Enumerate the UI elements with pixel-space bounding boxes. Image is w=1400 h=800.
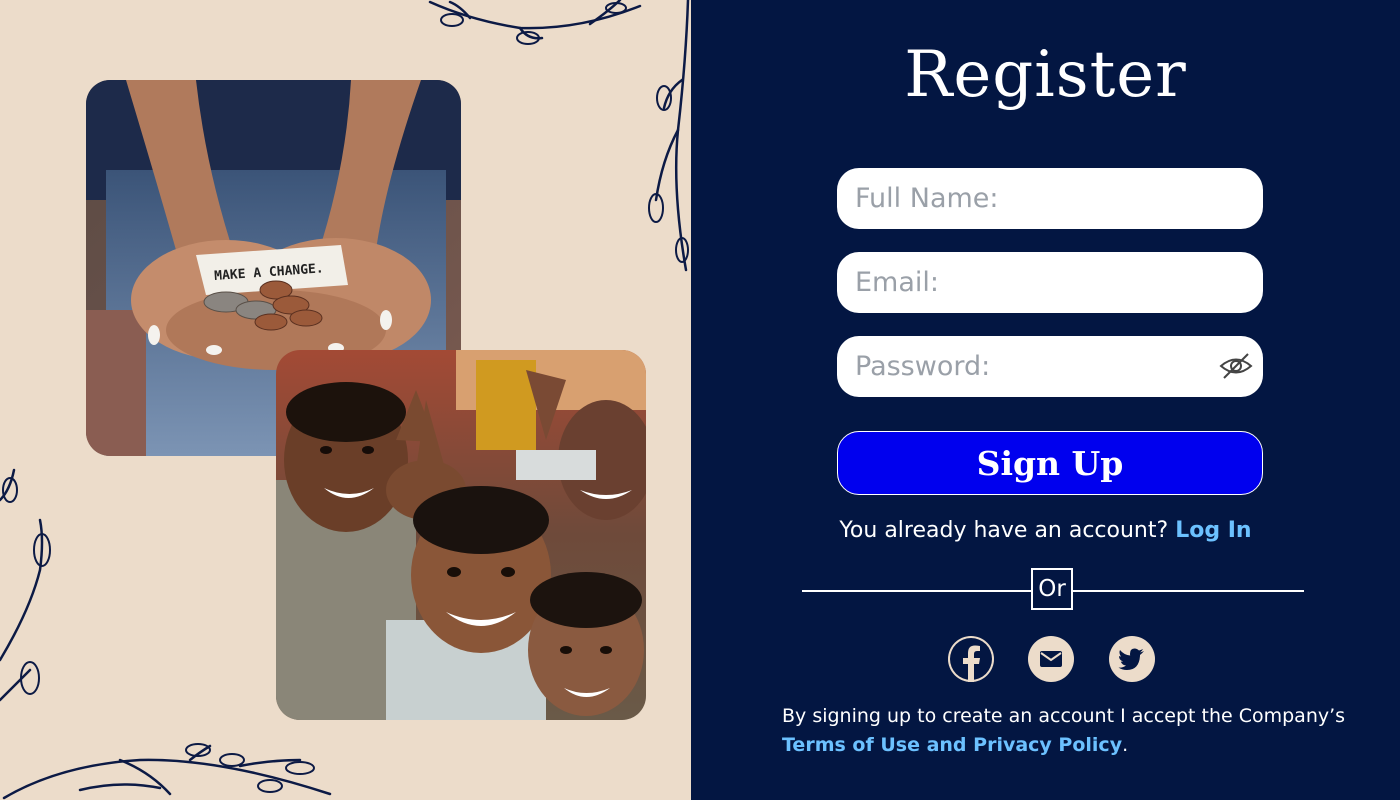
login-prompt-text: You already have an account? — [839, 518, 1169, 543]
email-input[interactable] — [837, 252, 1263, 313]
photo-children-smiling — [276, 350, 646, 720]
password-field — [837, 336, 1263, 397]
divider-line-left — [802, 590, 1032, 592]
terms-link[interactable]: Terms of Use and Privacy Policy — [782, 734, 1122, 756]
twitter-button[interactable] — [1109, 636, 1155, 682]
twitter-icon — [1118, 648, 1144, 670]
or-divider: Or — [1031, 568, 1073, 610]
sign-up-button[interactable]: Sign Up — [837, 431, 1263, 495]
full-name-input[interactable] — [837, 168, 1263, 229]
divider-line-right — [1073, 590, 1304, 592]
full-name-field — [837, 168, 1263, 229]
terms-notice: By signing up to create an account I acc… — [782, 702, 1382, 760]
email-button[interactable] — [1028, 636, 1074, 682]
login-prompt: You already have an account? Log In — [691, 518, 1400, 543]
facebook-button[interactable] — [948, 636, 994, 682]
email-field — [837, 252, 1263, 313]
terms-text: By signing up to create an account I acc… — [782, 705, 1346, 727]
password-input[interactable] — [837, 336, 1263, 397]
mail-icon — [1040, 651, 1062, 667]
terms-end: . — [1122, 734, 1129, 756]
facebook-icon — [950, 638, 992, 682]
page-title: Register — [904, 38, 1187, 112]
register-panel: Register Sign Up You already have an acc… — [691, 0, 1400, 800]
eye-hidden-icon[interactable] — [1219, 351, 1253, 381]
left-panel: MAKE A CHANGE. — [0, 0, 691, 800]
log-in-link[interactable]: Log In — [1175, 518, 1251, 543]
